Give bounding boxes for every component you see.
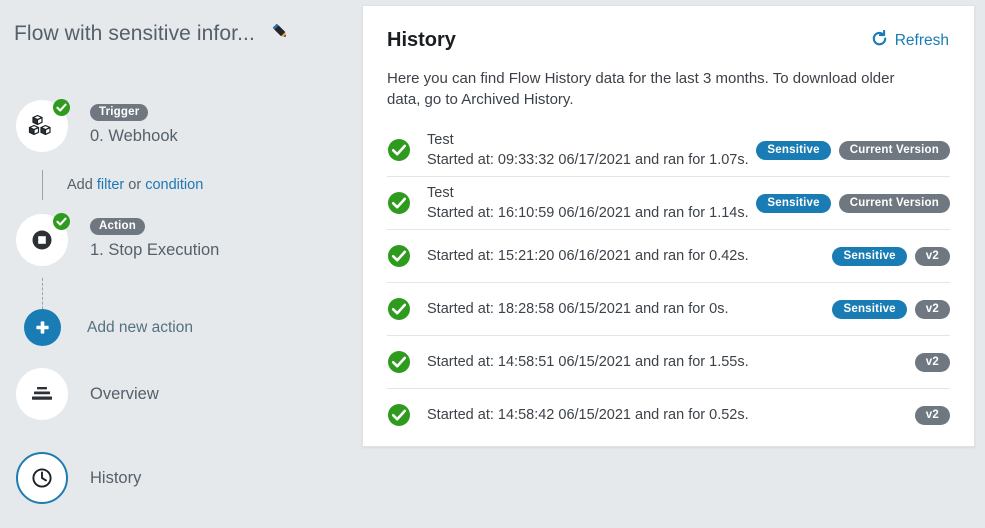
history-row-badges: Sensitive v2: [832, 299, 950, 319]
history-row-badges: v2: [914, 352, 950, 372]
history-card: History Refresh Here you can find Flow H…: [362, 5, 975, 447]
overview-icon: [32, 387, 52, 400]
history-row-content: Started at: 14:58:51 06/15/2021 and ran …: [427, 352, 903, 372]
status-badge: Sensitive: [832, 299, 907, 319]
overview-node-circle[interactable]: [16, 368, 68, 420]
flow-step-trigger[interactable]: Trigger 0. Webhook: [16, 99, 178, 152]
check-circle-icon: [53, 213, 70, 230]
sidebar-item-history-label: History: [90, 468, 142, 487]
check-circle-icon: [387, 403, 411, 427]
trigger-step-text: Trigger 0. Webhook: [90, 100, 178, 146]
table-row[interactable]: Started at: 14:58:51 06/15/2021 and ran …: [387, 336, 950, 389]
history-row-badges: Sensitive v2: [832, 246, 950, 266]
check-circle-icon: [387, 297, 411, 321]
history-row-content: Test Started at: 16:10:59 06/16/2021 and …: [427, 184, 749, 223]
status-badge: v2: [914, 246, 950, 266]
history-row-badges: Sensitive Current Version: [756, 140, 950, 160]
check-circle-icon: [387, 138, 411, 162]
page-title: Flow with sensitive infor...: [14, 21, 255, 45]
refresh-label[interactable]: Refresh: [895, 32, 949, 50]
history-row-content: Started at: 15:21:20 06/16/2021 and ran …: [427, 246, 820, 266]
table-row[interactable]: Started at: 15:21:20 06/16/2021 and ran …: [387, 230, 950, 283]
refresh-button[interactable]: Refresh: [871, 29, 949, 52]
status-badge: Current Version: [838, 140, 950, 160]
history-row-content: Started at: 18:28:58 06/15/2021 and ran …: [427, 299, 820, 319]
clock-icon: [32, 468, 52, 488]
filter-link[interactable]: filter: [97, 177, 124, 193]
add-new-action-label[interactable]: Add new action: [87, 319, 193, 337]
plus-icon[interactable]: [24, 309, 61, 346]
check-circle-icon: [387, 350, 411, 374]
history-row-content: Started at: 14:58:42 06/15/2021 and ran …: [427, 405, 903, 425]
add-new-action-row[interactable]: Add new action: [24, 309, 193, 346]
add-filter-text: Add filter or condition: [67, 177, 203, 193]
trigger-tag: Trigger: [90, 104, 149, 121]
history-row-detail: Started at: 15:21:20 06/16/2021 and ran …: [427, 248, 749, 264]
trigger-node-circle[interactable]: [16, 99, 70, 152]
status-badge: Current Version: [838, 193, 950, 213]
flow-step-action[interactable]: Action 1. Stop Execution: [16, 213, 219, 266]
history-row-badges: v2: [914, 405, 950, 425]
pencil-icon[interactable]: [269, 20, 291, 47]
status-badge: Sensitive: [756, 140, 831, 160]
action-node-circle[interactable]: [16, 213, 70, 266]
table-row[interactable]: Test Started at: 16:10:59 06/16/2021 and …: [387, 177, 950, 230]
add-filter-separator: or: [128, 177, 142, 193]
history-list: Test Started at: 09:33:32 06/17/2021 and …: [387, 124, 950, 441]
boxes-icon: [28, 114, 51, 135]
history-row-content: Test Started at: 09:33:32 06/17/2021 and …: [427, 131, 749, 170]
history-row-detail: Started at: 14:58:42 06/15/2021 and ran …: [427, 407, 749, 423]
action-step-text: Action 1. Stop Execution: [90, 214, 219, 260]
sidebar-item-overview-label: Overview: [90, 384, 159, 403]
table-row[interactable]: Started at: 14:58:42 06/15/2021 and ran …: [387, 389, 950, 441]
history-title: History: [387, 29, 456, 51]
condition-link[interactable]: condition: [145, 177, 203, 193]
history-header: History Refresh: [363, 6, 974, 52]
history-row-badges: Sensitive Current Version: [756, 193, 950, 213]
history-row-title: Test: [427, 131, 454, 148]
action-step-name: 1. Stop Execution: [90, 241, 220, 259]
flow-title-row: Flow with sensitive infor...: [14, 20, 291, 47]
history-row-detail: Started at: 16:10:59 06/16/2021 and ran …: [427, 204, 749, 221]
sidebar-item-history[interactable]: History: [16, 452, 141, 504]
table-row[interactable]: Started at: 18:28:58 06/15/2021 and ran …: [387, 283, 950, 336]
action-tag: Action: [90, 218, 145, 235]
history-node-circle[interactable]: [16, 452, 68, 504]
connector-line: [42, 170, 43, 200]
sidebar-item-overview[interactable]: Overview: [16, 368, 159, 420]
history-row-title: Test: [427, 184, 454, 201]
history-row-detail: Started at: 18:28:58 06/15/2021 and ran …: [427, 301, 729, 317]
status-badge: Sensitive: [756, 193, 831, 213]
refresh-icon: [871, 29, 888, 52]
trigger-step-name: 0. Webhook: [90, 127, 178, 145]
table-row[interactable]: Test Started at: 09:33:32 06/17/2021 and …: [387, 124, 950, 177]
check-circle-icon: [53, 99, 70, 116]
history-row-detail: Started at: 14:58:51 06/15/2021 and ran …: [427, 354, 749, 370]
add-filter-prefix: Add: [67, 177, 93, 193]
history-description: Here you can find Flow History data for …: [387, 70, 895, 108]
status-badge: v2: [914, 299, 950, 319]
status-badge: v2: [914, 405, 950, 425]
status-badge: Sensitive: [832, 246, 907, 266]
stop-icon: [32, 230, 52, 250]
history-row-detail: Started at: 09:33:32 06/17/2021 and ran …: [427, 151, 749, 168]
check-circle-icon: [387, 191, 411, 215]
check-circle-icon: [387, 244, 411, 268]
status-badge: v2: [914, 352, 950, 372]
flow-designer-panel: Flow with sensitive infor... Trigger 0. …: [0, 0, 362, 528]
add-filter-row: Add filter or condition: [42, 170, 203, 200]
